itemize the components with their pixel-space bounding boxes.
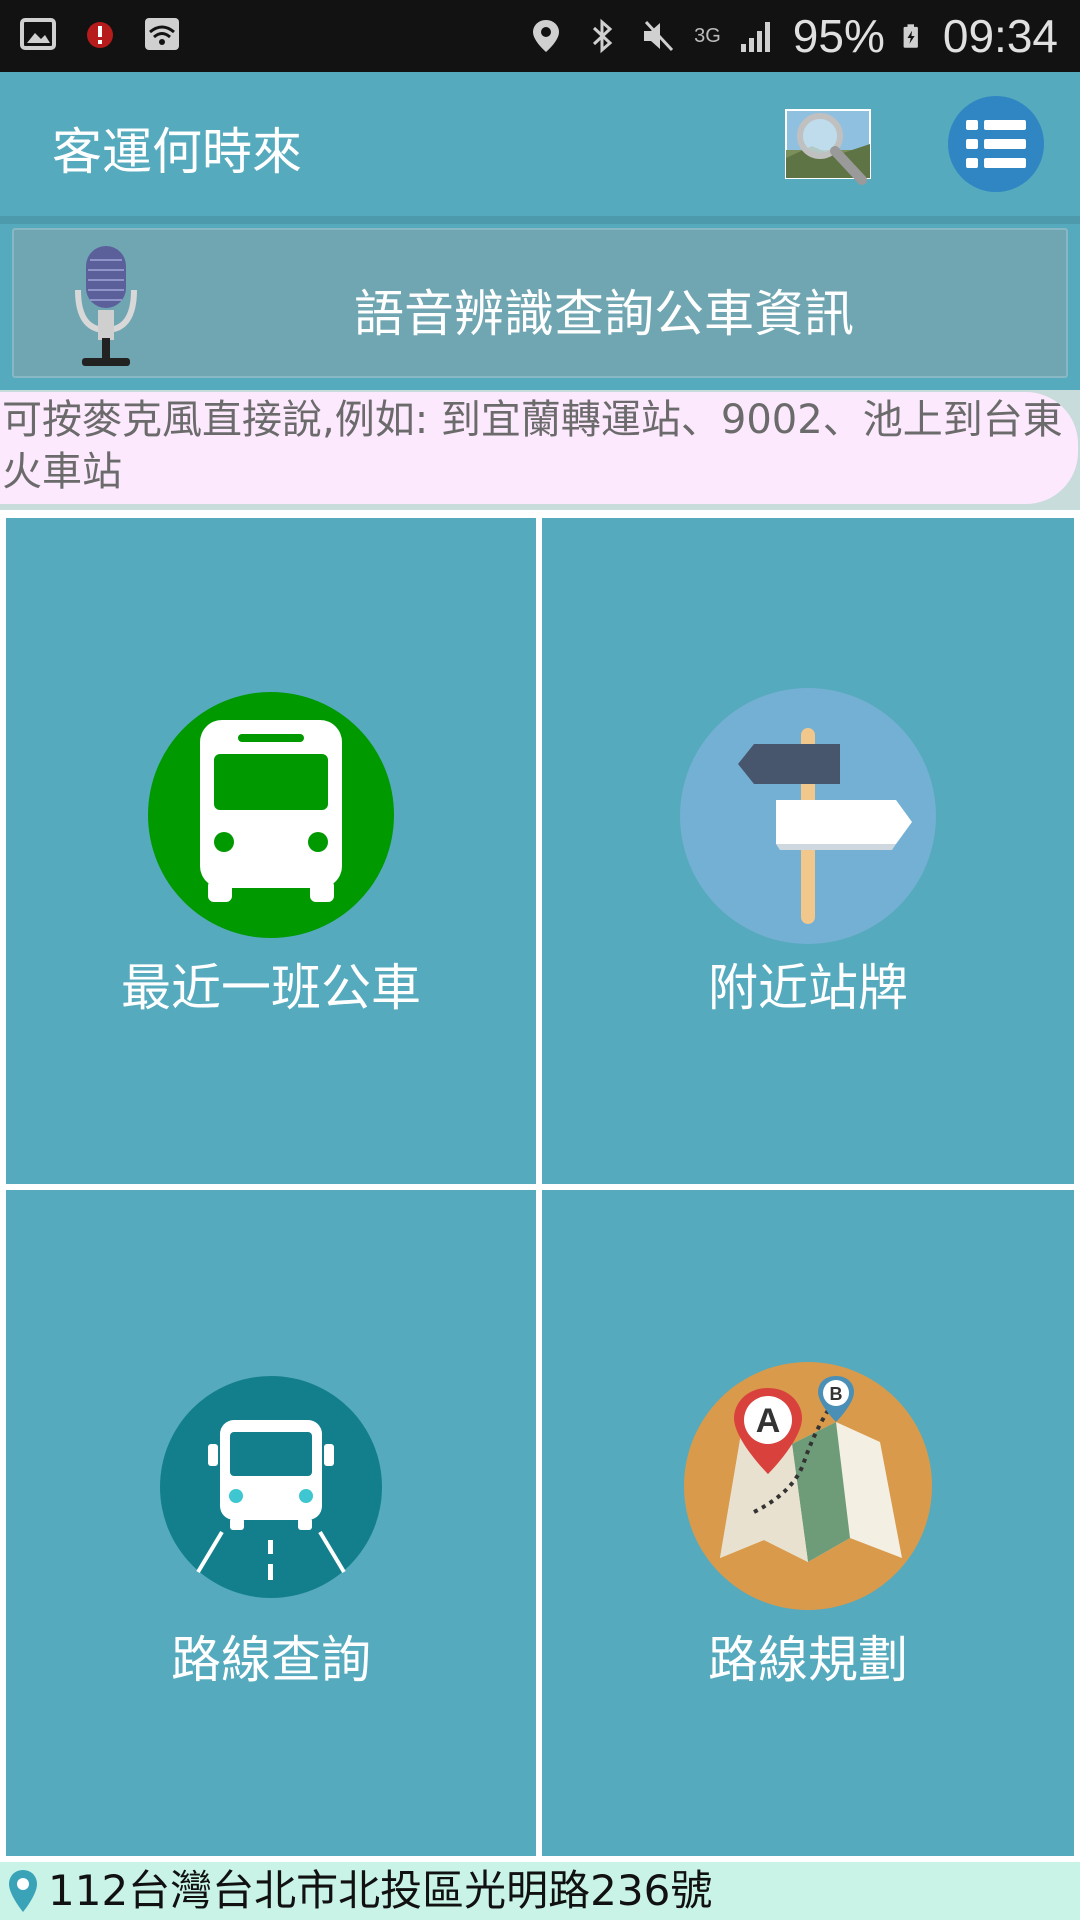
app-bar-shadow — [0, 216, 1080, 224]
tile-label-nearby-stops: 附近站牌 — [708, 959, 908, 1017]
tile-next-bus[interactable]: 最近一班公車 — [6, 518, 536, 1184]
battery-icon — [903, 24, 918, 48]
app-bar: 客運何時來 — [0, 72, 1080, 216]
current-address: 112台灣台北市北投區光明路236號 — [48, 1866, 713, 1915]
gallery-icon — [20, 18, 56, 50]
clock: 09:34 — [942, 10, 1058, 62]
search-icon — [785, 109, 871, 185]
svg-text:B: B — [830, 1384, 843, 1404]
signpost-icon — [680, 688, 936, 944]
tile-label-next-bus: 最近一班公車 — [121, 959, 421, 1017]
search-button[interactable] — [782, 106, 874, 188]
voice-search-button[interactable]: 語音辨識查詢公車資訊 — [12, 228, 1068, 378]
voice-search-label: 語音辨識查詢公車資訊 — [354, 285, 854, 343]
location-icon — [533, 20, 560, 52]
mute-icon — [644, 20, 674, 52]
menu-button[interactable] — [948, 96, 1044, 192]
tile-label-route-planning: 路線規劃 — [708, 1631, 908, 1689]
svg-text:A: A — [756, 1402, 781, 1440]
signal-icon — [740, 22, 770, 52]
tile-route-planning[interactable]: A B 路線規劃 — [542, 1190, 1074, 1856]
current-address-bar: 112台灣台北市北投區光明路236號 — [0, 1862, 1080, 1920]
app-title: 客運何時來 — [52, 123, 302, 181]
tile-nearby-stops[interactable]: 附近站牌 — [542, 518, 1074, 1184]
grid-divider — [0, 1184, 1080, 1190]
network-type: 3G — [694, 25, 721, 47]
location-pin-icon — [9, 1870, 37, 1912]
tile-route-search[interactable]: 路線查詢 — [6, 1190, 536, 1856]
alarm-icon — [87, 22, 113, 48]
battery-percent: 95% — [792, 10, 885, 62]
bus-road-icon — [160, 1376, 382, 1598]
bus-front-icon — [148, 692, 394, 938]
microphone-icon — [75, 246, 137, 366]
tile-label-route-search: 路線查詢 — [171, 1631, 371, 1689]
wifi-icon — [145, 18, 179, 50]
hint-banner: 可按麥克風直接說,例如: 到宜蘭轉運站、9002、池上到台東火車站 — [0, 390, 1080, 510]
route-map-icon: A B — [684, 1362, 932, 1610]
hint-text: 可按麥克風直接說,例如: 到宜蘭轉運站、9002、池上到台東火車站 — [0, 392, 1078, 504]
bluetooth-icon — [593, 18, 613, 54]
status-bar: 3G 95% 09:34 — [0, 0, 1080, 72]
